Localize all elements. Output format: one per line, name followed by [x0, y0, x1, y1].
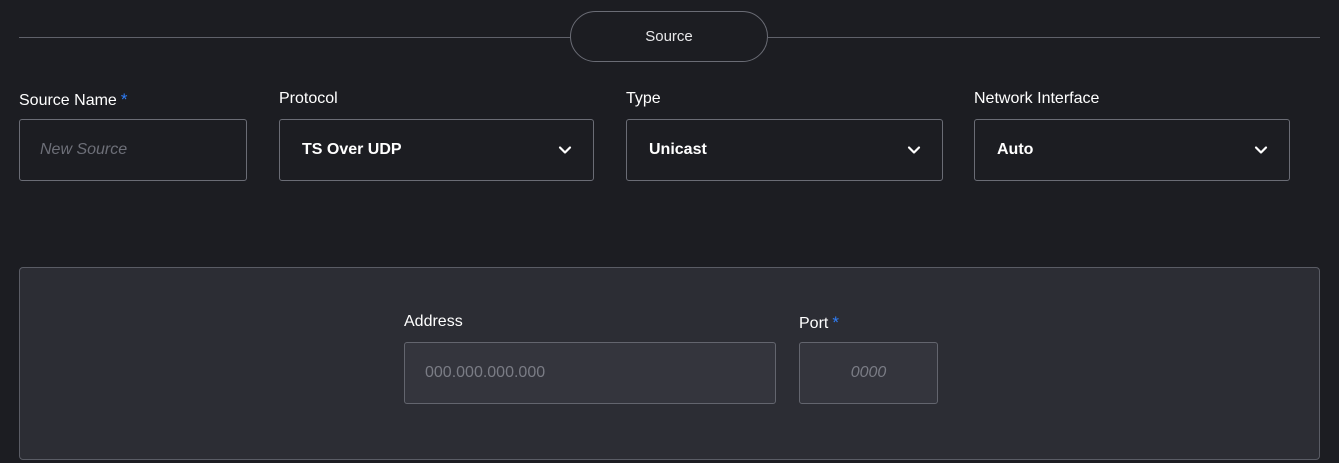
network-interface-label: Network Interface — [974, 90, 1100, 107]
address-label: Address — [404, 313, 463, 330]
protocol-label: Protocol — [279, 90, 338, 107]
type-label: Type — [626, 90, 661, 107]
section-divider-right — [768, 37, 1320, 38]
chevron-down-icon — [907, 146, 921, 154]
required-marker: * — [832, 313, 839, 332]
required-marker: * — [120, 90, 128, 109]
type-selected-value: Unicast — [649, 141, 707, 158]
port-label: Port * — [799, 313, 839, 333]
port-label-text: Port — [799, 315, 829, 332]
source-name-input[interactable] — [20, 141, 246, 159]
address-field-box — [404, 342, 776, 404]
source-name-field-box — [19, 119, 247, 181]
section-divider-left — [19, 37, 570, 38]
source-name-label: Source Name * — [19, 90, 127, 110]
network-interface-selected-value: Auto — [997, 141, 1034, 158]
type-select[interactable]: Unicast — [626, 119, 943, 181]
section-title: Source — [570, 11, 768, 62]
protocol-select[interactable]: TS Over UDP — [279, 119, 594, 181]
port-input[interactable] — [800, 364, 937, 382]
chevron-down-icon — [558, 146, 572, 154]
source-name-label-text: Source Name — [19, 92, 117, 109]
port-field-box — [799, 342, 938, 404]
address-input[interactable] — [405, 364, 775, 382]
network-interface-select[interactable]: Auto — [974, 119, 1290, 181]
address-port-panel: Address Port* — [19, 267, 1320, 460]
chevron-down-icon — [1254, 146, 1268, 154]
source-form: Source Source Name* Protocol TS Over UDP… — [0, 0, 1339, 463]
protocol-selected-value: TS Over UDP — [302, 141, 402, 158]
